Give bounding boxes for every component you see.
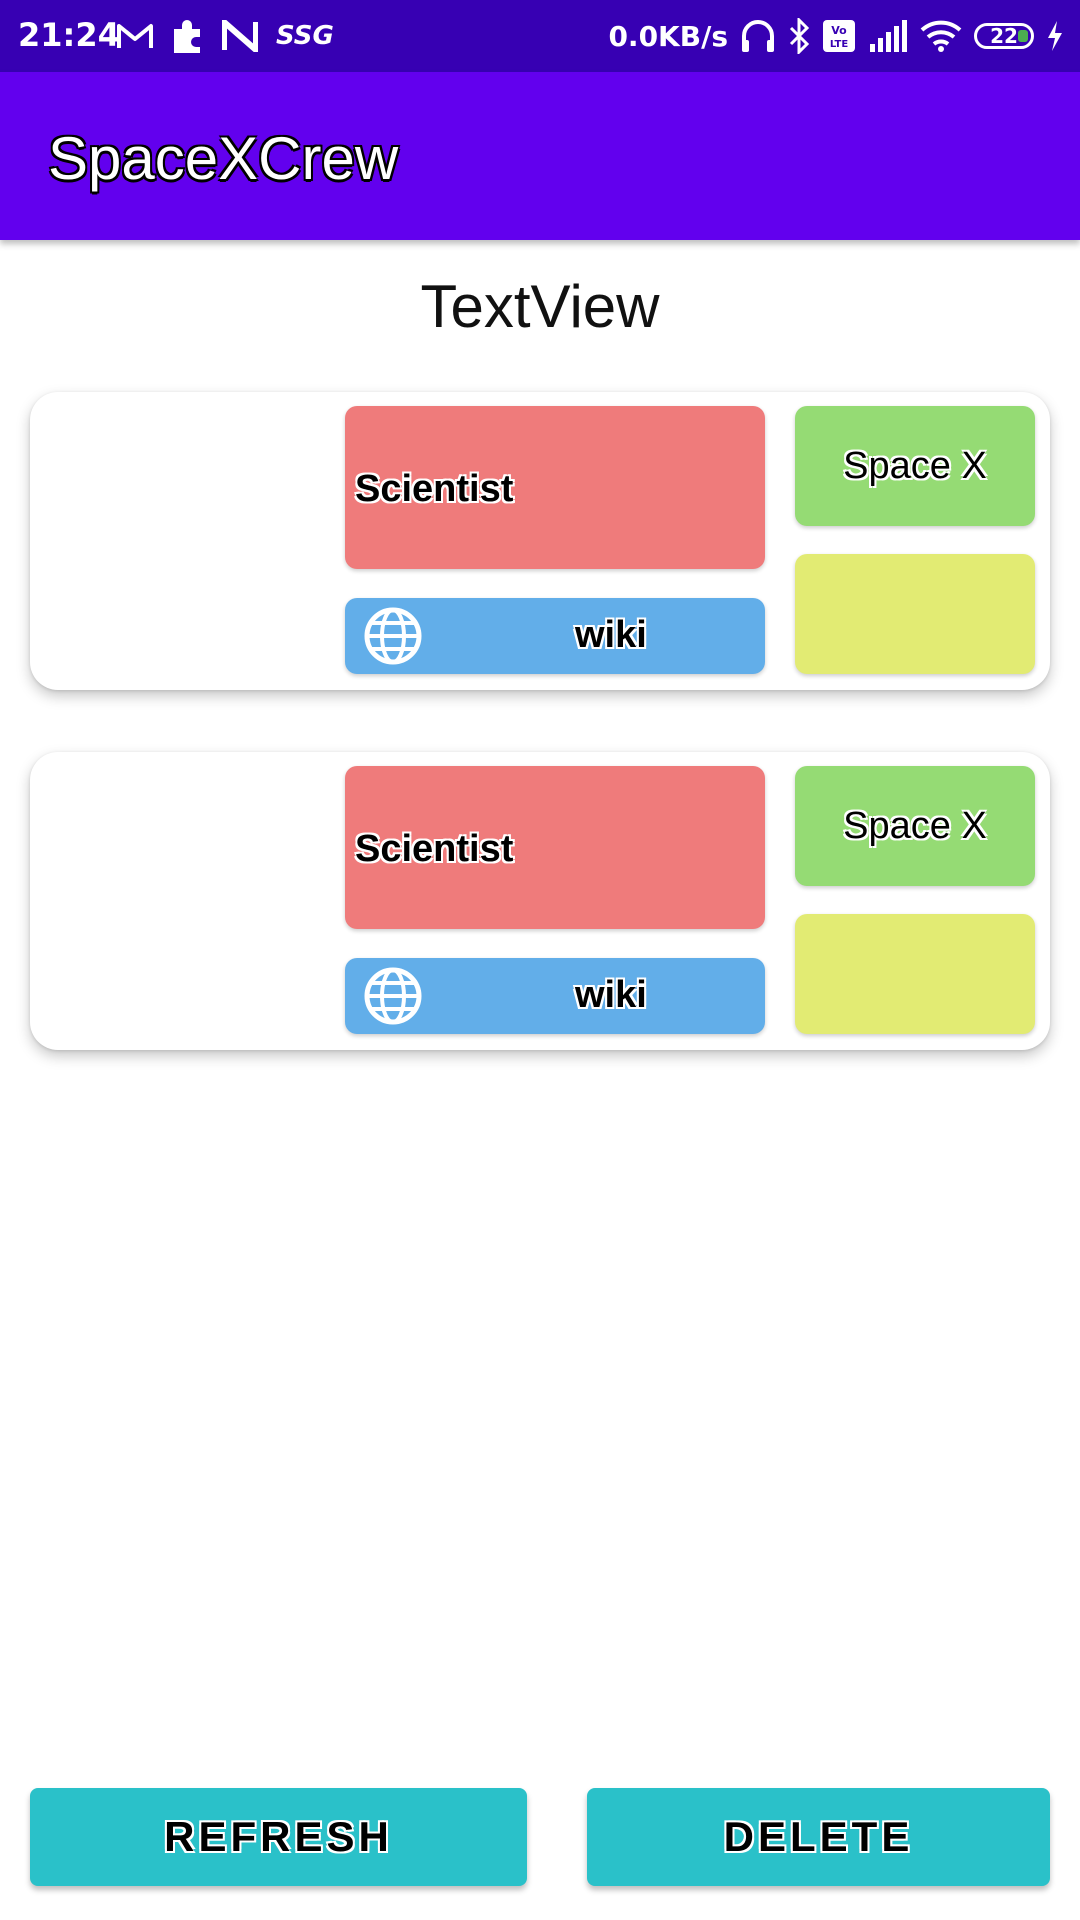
notification-icons: SSG [116,14,334,58]
role-box: Scientist [345,406,765,569]
svg-text:Vo: Vo [831,24,847,37]
status-bar: 21:24 SSG 0.0KB/s Vo LTE 22 [0,0,1080,72]
agency-label: Space X [843,444,987,487]
volte-icon: Vo LTE [823,20,855,52]
crew-card[interactable]: Scientist wiki Space X [30,752,1050,1050]
wifi-icon [920,20,962,52]
n-app-icon [222,20,258,52]
refresh-button-label: REFRESH [164,1813,393,1860]
battery-level: 22 [990,24,1018,48]
app-bar: SpaceXCrew [0,72,1080,240]
gmail-icon [117,24,153,48]
wiki-label: wiki [575,974,647,1016]
svg-text:LTE: LTE [830,39,849,50]
network-speed: 0.0KB/s [608,19,728,53]
puzzle-icon [174,20,200,53]
refresh-button[interactable]: REFRESH [30,1788,527,1886]
agency-box: Space X [795,406,1035,526]
wiki-button[interactable]: wiki [345,958,765,1034]
status-box [795,554,1035,674]
carrier-label: SSG [276,21,334,51]
system-icons: 0.0KB/s Vo LTE 22 [608,14,1064,58]
page-heading: TextView [420,273,660,340]
agency-box: Space X [795,766,1035,886]
delete-button-label: DELETE [723,1813,914,1860]
headphones-icon [742,20,774,52]
wiki-label: wiki [575,614,647,656]
role-label: Scientist [355,468,514,510]
wiki-button[interactable]: wiki [345,598,765,674]
bluetooth-icon [789,18,810,54]
app-title: SpaceXCrew [48,125,399,192]
battery-icon: 22 [974,23,1034,49]
signal-icon [870,20,907,52]
agency-label: Space X [843,804,987,847]
globe-icon [364,967,422,1025]
role-label: Scientist [355,828,514,870]
status-box [795,914,1035,1034]
crew-card[interactable]: Scientist wiki Space X [30,392,1050,690]
status-time: 21:24 [18,16,120,54]
globe-icon [364,607,422,665]
charging-icon [1048,21,1062,51]
role-box: Scientist [345,766,765,929]
delete-button[interactable]: DELETE [587,1788,1050,1886]
